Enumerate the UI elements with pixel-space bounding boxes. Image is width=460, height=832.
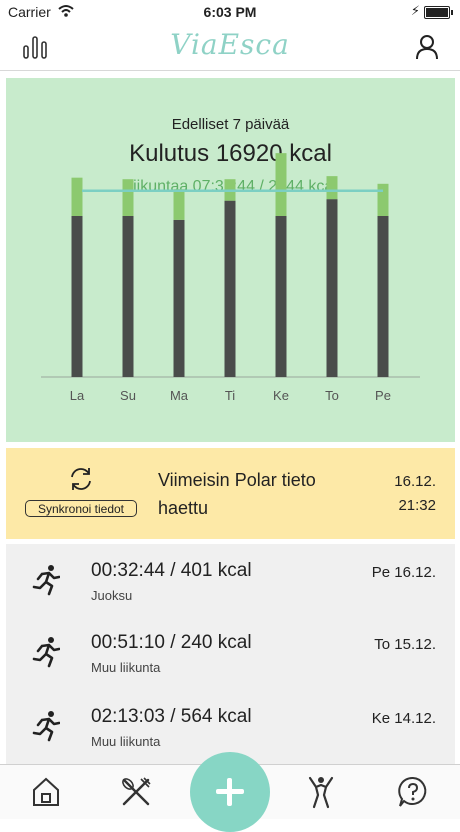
summary-panel: Edelliset 7 päivää Kulutus 16920 kcal Li… — [6, 78, 455, 442]
bar-base-Ma — [173, 219, 185, 377]
x-tick-label: Ti — [225, 388, 235, 403]
polar-time: 21:32 — [398, 497, 436, 514]
x-tick-label: Pe — [375, 388, 391, 403]
polar-datetime: 16.12. 21:32 — [394, 470, 436, 518]
bar-base-Ke — [275, 216, 287, 377]
polar-message: Viimeisin Polar tieto haettu — [158, 470, 316, 518]
x-tick-label: Ke — [273, 388, 289, 403]
running-icon — [32, 637, 60, 668]
exercise-icon[interactable] — [304, 775, 338, 809]
polar-sync-panel: Synkronoi tiedot Viimeisin Polar tieto h… — [6, 448, 455, 539]
bar-activity-Ma — [173, 189, 185, 220]
sync-icon[interactable] — [66, 464, 96, 494]
bar-base-Ti — [224, 200, 236, 377]
battery-icon — [424, 6, 453, 19]
running-icon — [32, 565, 60, 596]
activity-summary: 00:32:44 / 401 kcal — [91, 560, 252, 581]
bar-activity-Pe — [377, 183, 389, 216]
food-icon[interactable] — [119, 775, 153, 809]
activity-summary: 02:13:03 / 564 kcal — [91, 706, 252, 727]
activity-date: Pe 16.12. — [371, 564, 436, 581]
bar-activity-Su — [122, 179, 134, 216]
x-tick-label: Su — [120, 388, 136, 403]
bar-base-Su — [122, 216, 134, 377]
activity-date: Ke 14.12. — [371, 710, 436, 727]
clock: 6:03 PM — [203, 4, 257, 20]
charging-icon: ⚡ — [410, 3, 420, 18]
activity-date: To 15.12. — [374, 636, 436, 653]
bar-activity-Ke — [275, 153, 287, 216]
x-tick-label: Ma — [170, 388, 189, 403]
activity-type: Juoksu — [91, 588, 133, 603]
activity-list: 00:32:44 / 401 kcal Juoksu Pe 16.12. 00:… — [6, 544, 455, 764]
activity-type: Muu liikunta — [91, 660, 161, 675]
sync-button[interactable]: Synkronoi tiedot — [25, 500, 137, 517]
weekly-chart: La Su Ma Ti Ke To Pe — [41, 153, 420, 403]
nav-bar: ViaEsca — [0, 24, 460, 71]
user-icon[interactable] — [414, 34, 440, 60]
activity-type: Muu liikunta — [91, 734, 161, 749]
bar-base-La — [71, 216, 83, 377]
x-tick-label: La — [70, 388, 85, 403]
activity-row[interactable]: 00:32:44 / 401 kcal Juoksu Pe 16.12. — [6, 544, 455, 616]
help-icon[interactable] — [396, 775, 430, 809]
activity-summary: 00:51:10 / 240 kcal — [91, 632, 252, 653]
home-icon[interactable] — [29, 775, 63, 809]
bar-activity-La — [71, 177, 83, 216]
x-tick-label: To — [325, 388, 339, 403]
status-bar: Carrier 6:03 PM ⚡ — [0, 0, 460, 24]
app-logo: ViaEsca — [170, 28, 290, 61]
add-button[interactable] — [190, 752, 270, 832]
polar-date: 16.12. — [394, 473, 436, 490]
activity-row[interactable]: 00:51:10 / 240 kcal Muu liikunta To 15.1… — [6, 616, 455, 688]
bar-base-To — [326, 199, 338, 377]
bar-base-Pe — [377, 216, 389, 377]
bar-activity-To — [326, 176, 338, 200]
running-icon — [32, 711, 60, 742]
